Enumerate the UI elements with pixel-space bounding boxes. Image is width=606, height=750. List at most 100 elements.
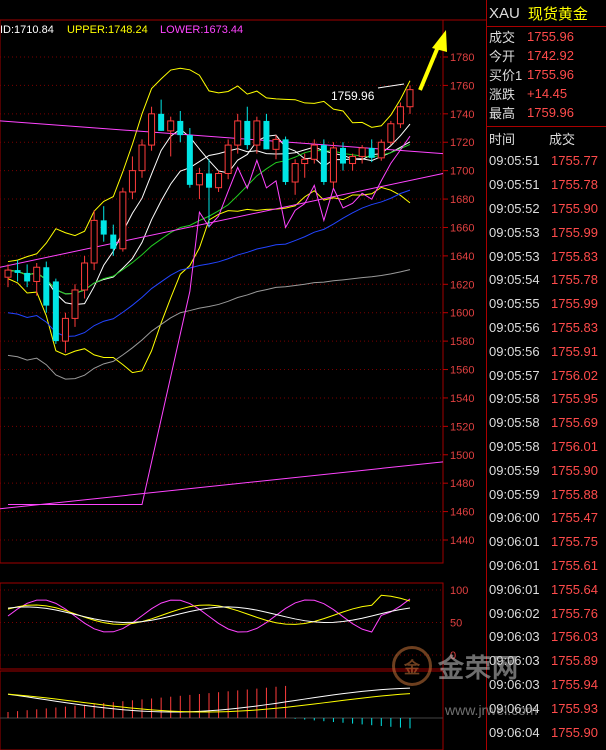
tick-price: 1756.03 xyxy=(551,629,598,645)
quote-label: 今开 xyxy=(489,49,516,64)
tick-row: 09:05:58 1755.69 xyxy=(487,411,606,435)
main-panel-frame xyxy=(0,19,444,564)
tick-time: 09:06:03 xyxy=(489,629,540,645)
symbol-name: 现货黄金 xyxy=(527,5,588,23)
tick-row: 09:05:55 1755.99 xyxy=(487,292,606,316)
quote-label: 涨跌 xyxy=(489,87,516,102)
y-tick-label: 1440 xyxy=(450,535,474,547)
quote-label: 买价1 xyxy=(489,68,523,83)
candle-body-up xyxy=(215,172,223,189)
tick-time: 09:05:57 xyxy=(489,367,540,383)
quote-value: 1742.92 xyxy=(527,48,574,63)
grid-lines xyxy=(0,56,443,541)
candle-body-up xyxy=(358,147,366,157)
tick-price: 1755.99 xyxy=(551,296,598,312)
candle-body-up xyxy=(301,158,309,165)
tick-price: 1755.90 xyxy=(551,462,598,478)
candle-body-down xyxy=(177,120,184,136)
tick-time: 09:05:59 xyxy=(489,486,540,502)
candle-body-down xyxy=(110,234,117,249)
quote-label: 成交 xyxy=(489,30,516,45)
tick-price: 1755.83 xyxy=(551,248,598,264)
tick-time: 09:05:53 xyxy=(489,248,540,264)
quote-value: +14.45 xyxy=(527,86,568,101)
tick-row: 09:05:53 1755.99 xyxy=(487,220,606,244)
tick-price: 1755.64 xyxy=(551,581,598,597)
tick-price: 1756.01 xyxy=(551,438,598,454)
boll-upper-label: UPPER:1748.24 xyxy=(67,24,148,36)
candle-body-up xyxy=(61,317,69,342)
candle-body-down xyxy=(368,147,375,158)
candle-body-up xyxy=(253,120,261,146)
tick-time: 09:05:54 xyxy=(489,272,540,288)
tick-row: 09:05:56 1755.91 xyxy=(487,339,606,363)
y-tick-label: 1620 xyxy=(450,279,474,291)
candle-body-up xyxy=(4,269,12,278)
osc-tick-label: 50 xyxy=(450,618,462,630)
osc-tick-label: 100 xyxy=(450,585,468,597)
tick-time: 09:05:58 xyxy=(489,391,540,407)
quote-label: 最高 xyxy=(489,106,516,121)
tick-price: 1755.94 xyxy=(551,676,598,692)
macd-histogram xyxy=(0,685,443,729)
y-tick-label: 1500 xyxy=(450,450,474,462)
tick-row: 09:05:53 1755.83 xyxy=(487,244,606,268)
tick-row: 09:05:51 1755.77 xyxy=(487,149,606,173)
tick-time: 09:05:52 xyxy=(489,200,540,216)
osc-line-j xyxy=(7,606,411,623)
tick-row: 09:05:59 1755.88 xyxy=(487,482,606,506)
tick-time: 09:06:04 xyxy=(489,724,540,740)
osc-line-k xyxy=(7,598,411,633)
indicator-lines xyxy=(0,67,444,510)
y-axis-ticks: 1780 1760 1740 1720 1700 1680 1660 1640 1620 1600… xyxy=(443,52,474,547)
tick-price: 1756.02 xyxy=(551,367,598,383)
quote-value: 1759.96 xyxy=(527,105,574,120)
time-column-header: 时间 xyxy=(489,131,516,147)
tick-time: 09:05:56 xyxy=(489,343,540,359)
candle-body-up xyxy=(167,120,175,132)
tick-time: 09:05:58 xyxy=(489,415,540,431)
quote-row: 买价1 1755.96 xyxy=(487,65,606,84)
y-tick-label: 1480 xyxy=(450,478,474,490)
macd-panel-frame xyxy=(0,670,444,750)
tick-time: 09:05:51 xyxy=(489,153,540,169)
tick-price: 1755.61 xyxy=(551,557,598,573)
tick-price: 1755.83 xyxy=(551,319,598,335)
candle-body-up xyxy=(291,163,299,183)
quote-row: 今开 1742.92 xyxy=(487,46,606,65)
tick-row: 09:06:01 1755.64 xyxy=(487,577,606,601)
tick-price: 1755.47 xyxy=(551,510,598,526)
candle-body-down xyxy=(263,120,270,150)
tick-table-header: 时间 成交 xyxy=(487,126,606,149)
tick-row: 09:06:01 1755.75 xyxy=(487,530,606,554)
candle-body-up xyxy=(396,106,404,125)
tick-time: 09:06:01 xyxy=(489,557,540,573)
symbol-code: XAU xyxy=(489,4,520,22)
candle-body-down xyxy=(206,173,212,188)
candle-body-down xyxy=(158,113,165,131)
price-column-header: 成交 xyxy=(549,131,576,147)
quote-row: 涨跌 +14.45 xyxy=(487,84,606,103)
y-tick-label: 1560 xyxy=(450,365,474,377)
candle-body-up xyxy=(234,120,242,146)
candle-body-down xyxy=(282,139,289,183)
quote-row: 成交 1755.96 xyxy=(487,27,606,46)
y-tick-label: 1760 xyxy=(450,80,474,92)
candle-body-down xyxy=(24,272,31,282)
candle-body-down xyxy=(14,270,21,273)
candle-body-up xyxy=(71,289,79,319)
y-tick-label: 1460 xyxy=(450,507,474,519)
tick-price: 1755.75 xyxy=(551,534,598,550)
oscillator-panel-frame xyxy=(0,582,444,670)
y-tick-label: 1660 xyxy=(450,222,474,234)
watermark-logo: 金 金荣网 xyxy=(392,646,519,686)
tick-time: 09:06:01 xyxy=(489,534,540,550)
candlestick-chart: 1780 1760 1740 1720 1700 1680 1660 1640 1620 1600… xyxy=(0,19,486,750)
resistance-trendline xyxy=(0,120,444,155)
y-tick-label: 1640 xyxy=(450,251,474,263)
tick-time: 09:05:53 xyxy=(489,224,540,240)
quote-value: 1755.96 xyxy=(527,67,574,82)
candle-body-down xyxy=(52,281,59,342)
tick-row: 09:05:51 1755.78 xyxy=(487,173,606,197)
tick-price: 1755.69 xyxy=(551,415,598,431)
